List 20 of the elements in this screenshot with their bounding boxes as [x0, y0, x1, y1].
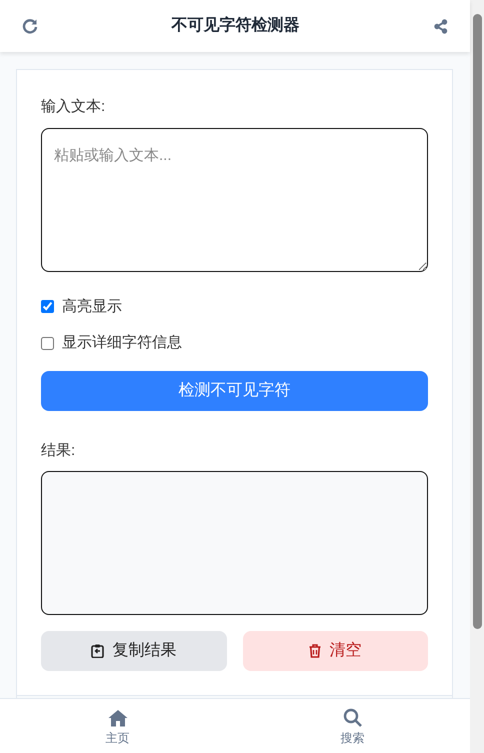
checkbox-label: 高亮显示 — [62, 296, 122, 316]
refresh-icon[interactable] — [22, 18, 38, 34]
app-title: 不可见字符检测器 — [172, 15, 300, 36]
search-icon — [343, 708, 362, 727]
checkbox[interactable] — [41, 336, 54, 350]
detect-button[interactable]: 检测不可见字符 — [41, 370, 428, 410]
search-tab[interactable]: 搜索 — [235, 699, 470, 753]
result-label: 结果: — [41, 440, 76, 460]
checkbox[interactable] — [41, 300, 54, 314]
share-icon[interactable] — [433, 18, 448, 34]
home-icon — [108, 708, 128, 726]
clipboard-icon — [91, 644, 104, 658]
text-input-field[interactable]: 粘贴或输入文本... — [41, 128, 428, 272]
home-tab[interactable]: 主页 — [0, 699, 235, 753]
trash-icon — [309, 644, 322, 658]
checkbox-label: 显示详细字符信息 — [62, 333, 182, 353]
scrollbar-thumb[interactable] — [472, 14, 482, 629]
input-label: 输入文本: — [41, 97, 106, 117]
copy-button[interactable]: 复制结果 — [41, 631, 226, 671]
clear-button[interactable]: 清空 — [242, 631, 428, 671]
